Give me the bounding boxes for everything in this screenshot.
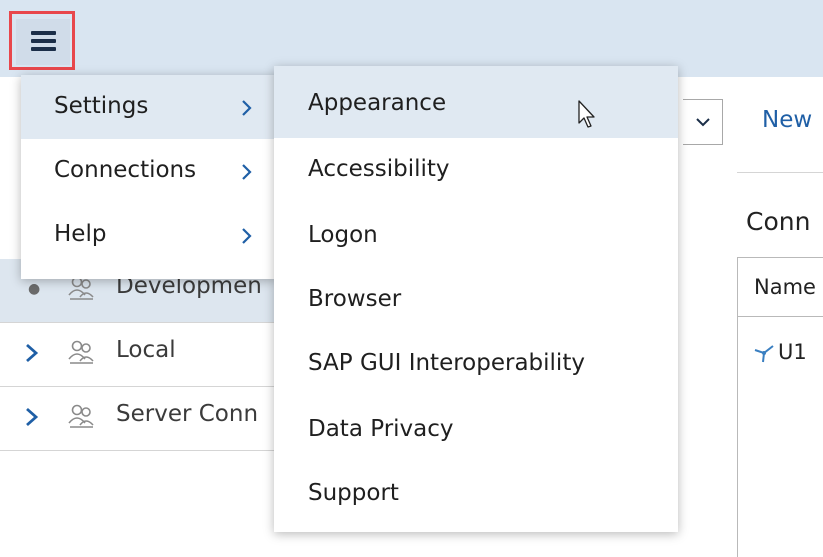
tree-item-label: Server Conn xyxy=(116,401,259,427)
submenu-item-browser[interactable]: Browser xyxy=(274,268,678,334)
submenu-item-support[interactable]: Support xyxy=(274,462,678,528)
group-icon xyxy=(68,404,94,428)
new-link[interactable]: New xyxy=(762,107,812,133)
menu-item-label: Connections xyxy=(54,157,197,183)
menu-item-label: Help xyxy=(54,221,107,247)
chevron-down-icon xyxy=(696,118,710,127)
chevron-right-icon[interactable] xyxy=(20,337,44,367)
submenu-item-label: Support xyxy=(308,480,399,506)
submenu-item-appearance[interactable]: Appearance xyxy=(274,66,678,138)
column-header-name[interactable]: Name xyxy=(754,275,816,299)
menu-item-connections[interactable]: Connections xyxy=(21,139,276,203)
main-menu: Settings Connections Help xyxy=(21,75,276,279)
table-row[interactable]: U1 xyxy=(737,318,823,382)
submenu-item-data-privacy[interactable]: Data Privacy xyxy=(274,398,678,464)
menu-item-help[interactable]: Help xyxy=(21,203,276,267)
menu-button[interactable] xyxy=(16,19,70,65)
settings-submenu: Appearance Accessibility Logon Browser S… xyxy=(274,66,678,532)
tree-item[interactable]: Server Conn xyxy=(0,387,290,451)
dropdown-button[interactable] xyxy=(683,99,723,145)
submenu-item-label: Logon xyxy=(308,222,378,248)
divider xyxy=(737,172,823,173)
chevron-right-icon xyxy=(242,164,252,180)
chevron-right-icon xyxy=(242,100,252,116)
bullet-icon: ● xyxy=(28,281,41,297)
group-icon xyxy=(68,340,94,364)
submenu-item-label: Accessibility xyxy=(308,156,450,182)
table-cell-name: U1 xyxy=(778,340,807,364)
tree-item[interactable]: Local xyxy=(0,323,290,387)
table-header[interactable]: Name xyxy=(737,257,823,317)
submenu-item-logon[interactable]: Logon xyxy=(274,204,678,270)
submenu-item-label: SAP GUI Interoperability xyxy=(308,350,585,376)
mouse-cursor-icon xyxy=(578,100,595,128)
chevron-right-icon[interactable] xyxy=(20,401,44,431)
submenu-item-label: Browser xyxy=(308,286,402,312)
menu-item-label: Settings xyxy=(54,93,149,119)
chevron-right-icon xyxy=(242,228,252,244)
submenu-item-sap-gui-interoperability[interactable]: SAP GUI Interoperability xyxy=(274,332,678,398)
tree-item-label: Local xyxy=(116,337,176,363)
menu-item-settings[interactable]: Settings xyxy=(21,75,276,139)
panel-title: Conn xyxy=(746,207,811,236)
submenu-item-label: Data Privacy xyxy=(308,416,454,442)
submenu-item-label: Appearance xyxy=(308,90,447,116)
connection-icon xyxy=(754,345,774,363)
submenu-item-accessibility[interactable]: Accessibility xyxy=(274,138,678,204)
